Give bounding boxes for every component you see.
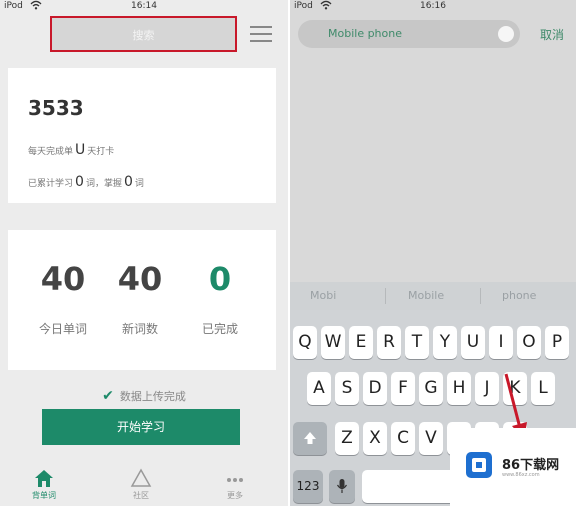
key-p[interactable]: P bbox=[545, 326, 569, 359]
prediction-item[interactable]: Mobi bbox=[310, 289, 336, 302]
search-placeholder: 搜索 bbox=[132, 29, 155, 42]
key-q[interactable]: Q bbox=[293, 326, 317, 359]
numbers-key[interactable]: 123 bbox=[293, 470, 323, 503]
key-u[interactable]: U bbox=[461, 326, 485, 359]
key-c[interactable]: C bbox=[391, 422, 415, 455]
key-j[interactable]: J bbox=[475, 372, 499, 405]
search-box[interactable]: 搜索 bbox=[50, 16, 237, 52]
logo-icon bbox=[466, 452, 492, 478]
status-time: 16:14 bbox=[131, 1, 157, 11]
prediction-bar: Mobi Mobile phone bbox=[290, 282, 576, 310]
watermark-url: www.86xz.com bbox=[502, 472, 540, 478]
key-o[interactable]: O bbox=[517, 326, 541, 359]
word-count: 3533 bbox=[28, 96, 84, 120]
tab-community[interactable]: 社区 bbox=[111, 468, 171, 501]
key-f[interactable]: F bbox=[391, 372, 415, 405]
mic-key[interactable] bbox=[329, 470, 355, 503]
status-bar: iPod 16:16 bbox=[290, 0, 576, 14]
shift-icon bbox=[304, 432, 316, 444]
key-h[interactable]: H bbox=[447, 372, 471, 405]
home-icon bbox=[35, 470, 53, 487]
search-value: Mobile phone bbox=[328, 27, 403, 40]
sync-status: ✔ 数据上传完成 bbox=[102, 388, 186, 404]
key-r[interactable]: R bbox=[377, 326, 401, 359]
summary-card: 3533 每天完成单 U 天打卡 已累计学习 0 词，掌握 0 词 bbox=[8, 68, 276, 203]
tab-vocabulary[interactable]: 背单词 bbox=[14, 468, 74, 501]
key-t[interactable]: T bbox=[405, 326, 429, 359]
start-learning-button[interactable]: 开始学习 bbox=[42, 409, 240, 445]
stat-today-words: 40 今日单词 bbox=[38, 260, 87, 336]
key-i[interactable]: I bbox=[489, 326, 513, 359]
search-input[interactable]: Mobile phone bbox=[298, 20, 520, 48]
watermark-brand: 86下载网 bbox=[502, 458, 560, 473]
prediction-item[interactable]: phone bbox=[502, 289, 536, 302]
key-x[interactable]: X bbox=[363, 422, 387, 455]
watermark: 86下载网 www.86xz.com bbox=[450, 428, 576, 506]
triangle-icon bbox=[130, 468, 152, 487]
tab-more[interactable]: 更多 bbox=[205, 468, 265, 501]
stat-completed: 0 已完成 bbox=[201, 260, 238, 336]
check-icon: ✔ bbox=[102, 388, 114, 404]
status-bar: iPod 16:14 bbox=[0, 0, 288, 14]
plan-line: 每天完成单 U 天打卡 bbox=[28, 142, 115, 158]
microphone-icon bbox=[336, 479, 348, 493]
key-z[interactable]: Z bbox=[335, 422, 359, 455]
key-s[interactable]: S bbox=[335, 372, 359, 405]
prediction-item[interactable]: Mobile bbox=[408, 289, 444, 302]
key-g[interactable]: G bbox=[419, 372, 443, 405]
menu-icon[interactable] bbox=[250, 26, 272, 42]
key-w[interactable]: W bbox=[321, 326, 345, 359]
stats-card: 40 今日单词 40 新词数 0 已完成 bbox=[8, 230, 276, 370]
learned-count: 0 bbox=[75, 174, 84, 190]
key-l[interactable]: L bbox=[531, 372, 555, 405]
clear-icon[interactable] bbox=[498, 26, 514, 42]
more-icon bbox=[227, 478, 243, 482]
key-e[interactable]: E bbox=[349, 326, 373, 359]
mastered-count: 0 bbox=[123, 174, 133, 190]
progress-line: 已累计学习 0 词，掌握 0 词 bbox=[28, 174, 144, 190]
key-a[interactable]: A bbox=[307, 372, 331, 405]
status-time: 16:16 bbox=[420, 1, 446, 11]
key-d[interactable]: D bbox=[363, 372, 387, 405]
left-screen: iPod 16:14 搜索 3533 每天完成单 U 天打卡 已累计学习 0 词，掌握 0… bbox=[0, 0, 288, 506]
tab-bar: 背单词 社区 更多 bbox=[0, 460, 288, 506]
stat-new-words: 40 新词数 bbox=[117, 260, 163, 336]
cancel-button[interactable]: 取消 bbox=[540, 26, 564, 43]
key-v[interactable]: V bbox=[419, 422, 443, 455]
key-y[interactable]: Y bbox=[433, 326, 457, 359]
shift-key[interactable] bbox=[293, 422, 327, 455]
